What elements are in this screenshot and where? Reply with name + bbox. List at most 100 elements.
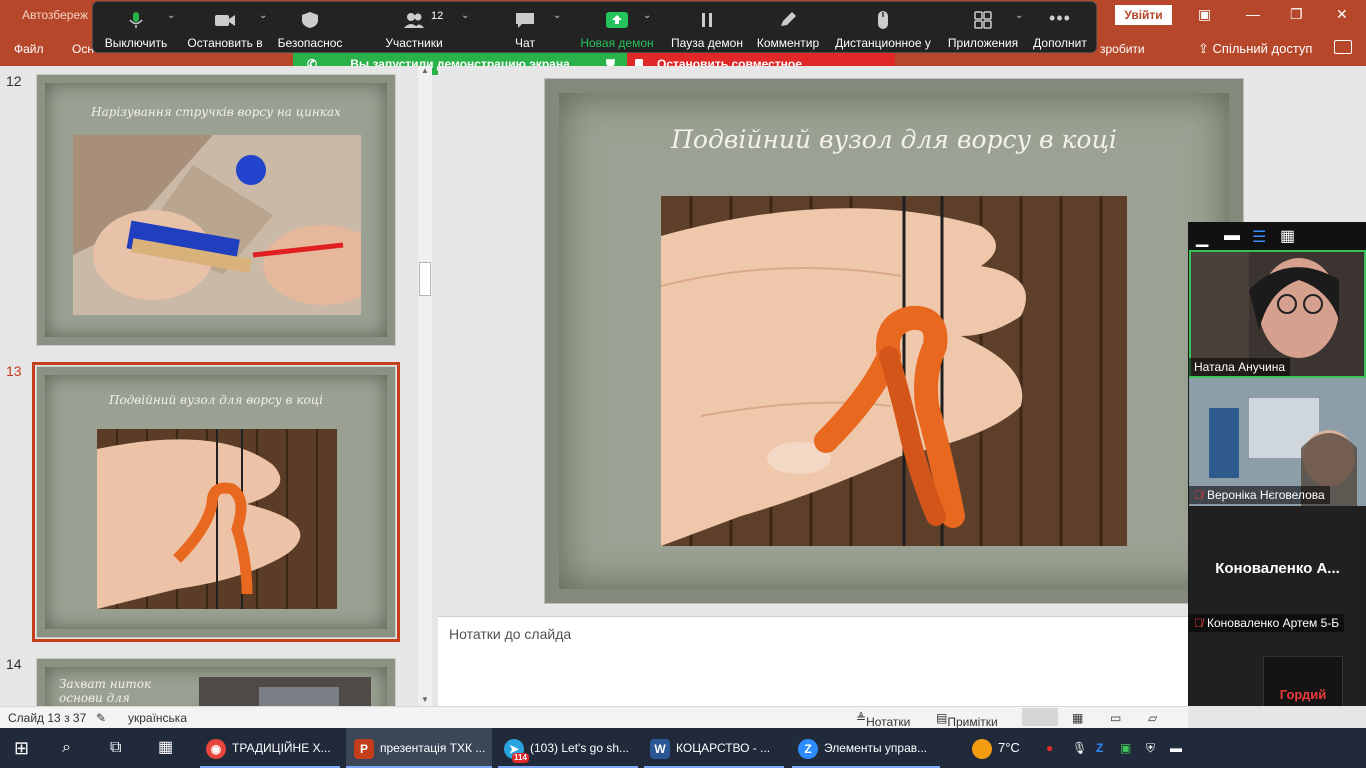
active-speaker-view-icon[interactable]: ☰ [1252, 227, 1266, 247]
chevron-down-icon[interactable]: ⌄ [167, 10, 175, 21]
slide-number-active: 13 [6, 363, 22, 379]
taskbar-telegram-label: (103) Let's go sh... [530, 741, 630, 755]
powerpoint-icon: P [354, 738, 374, 759]
chevron-down-icon[interactable]: ⌄ [553, 10, 561, 21]
slide-thumbnail-title: Захват ниток основи для [59, 677, 152, 705]
slide-thumbnail-14[interactable]: Захват ниток основи для [36, 658, 396, 706]
more-button[interactable]: ••• Дополнит [1029, 2, 1091, 54]
security-button[interactable]: Безопаснос [275, 2, 345, 54]
autosave-label[interactable]: Автозбереж [22, 8, 88, 22]
scrollbar-thumb[interactable] [419, 262, 431, 296]
more-label: Дополнит [1033, 36, 1087, 50]
windows-start-icon[interactable]: ⊞ [14, 728, 29, 768]
slide-thumbnail-13[interactable]: Подвійний вузол для ворсу в коці [32, 362, 400, 642]
taskbar-chrome-label: ТРАДИЦІЙНЕ Х... [232, 741, 331, 755]
remote-control-button[interactable]: Дистанционное у [831, 2, 935, 54]
taskbar-zoom[interactable]: Z Элементы управ... [792, 728, 940, 768]
minimize-gallery-icon[interactable]: ▁ [1196, 228, 1208, 248]
gallery-view-icon[interactable]: ▦ [1280, 226, 1295, 246]
slide-thumbnail-title: Подвійний вузол для ворсу в коці [109, 393, 323, 407]
notes-toggle-button[interactable]: ≜ Нотатки [856, 711, 910, 729]
task-view-icon[interactable]: ⧉ [110, 728, 121, 768]
close-icon[interactable]: ✕ [1336, 6, 1348, 23]
participant-tile[interactable]: Натала Анучина [1189, 250, 1366, 378]
search-icon[interactable]: ⌕ [62, 728, 71, 768]
chat-button[interactable]: ⌄ Чат [495, 2, 561, 54]
language-indicator[interactable]: українська [128, 711, 187, 725]
slideshow-icon[interactable]: ▱ [1148, 711, 1157, 725]
notes-pane[interactable]: Нотатки до слайда [438, 616, 1188, 706]
chevron-down-icon[interactable]: ⌄ [643, 10, 651, 21]
tray-app-icon[interactable]: ▣ [1120, 728, 1131, 768]
tray-recording-icon[interactable]: ● [1046, 728, 1053, 768]
chevron-down-icon[interactable]: ⌄ [1015, 10, 1023, 21]
taskbar-word[interactable]: W КОЦАРСТВО - ... [644, 728, 784, 768]
tray-shield-icon[interactable]: ⛨ [1146, 728, 1155, 768]
tell-me-search[interactable]: зробити [1100, 42, 1145, 56]
mute-button[interactable]: ⌄ Выключить [101, 2, 176, 54]
tray-network-icon[interactable]: ▬ [1170, 728, 1182, 768]
menu-home[interactable]: Осн [72, 42, 94, 56]
taskbar-powerpoint[interactable]: Pпрезентація ТХК ... [346, 728, 492, 768]
taskbar-chrome[interactable]: ◉ ТРАДИЦІЙНЕ Х... [200, 728, 340, 768]
annotate-label: Комментир [756, 36, 820, 50]
minimize-icon[interactable]: — [1246, 6, 1260, 22]
participant-tile[interactable]: Гордий [1189, 634, 1366, 706]
taskbar-powerpoint-label: презентація ТХК ... [380, 741, 486, 755]
menu-file[interactable]: Файл [14, 42, 44, 56]
slide-photo-pile-cutting [73, 135, 361, 315]
taskbar-telegram[interactable]: ➤ 114 (103) Let's go sh... [498, 728, 638, 768]
gallery-view-controls: ▁ ▬ ☰ ▦ [1188, 222, 1366, 250]
more-icon: ••• [1049, 8, 1071, 28]
mouse-icon [878, 11, 888, 29]
participant-display-name: Коноваленко А... [1215, 560, 1340, 577]
slide-thumbnail-title: Нарізування стручків ворсу на цинках [91, 105, 341, 119]
slide-sorter-icon[interactable]: ▦ [1072, 711, 1083, 725]
taskbar-zoom-label: Элементы управ... [824, 741, 928, 755]
ribbon-display-options-icon[interactable]: ▣ [1198, 6, 1211, 23]
weather-temperature: 7°C [998, 740, 1020, 755]
tray-microphone-icon[interactable]: 🎙 [1072, 728, 1087, 768]
scroll-down-icon[interactable]: ▼ [421, 695, 429, 704]
chevron-down-icon[interactable]: ⌄ [461, 10, 469, 21]
spellcheck-icon[interactable]: ✎ [96, 711, 106, 725]
current-slide[interactable]: Подвійний вузол для ворсу в коці [544, 78, 1244, 604]
slide-title[interactable]: Подвійний вузол для ворсу в коці [545, 125, 1243, 154]
participant-name: Натала Анучина [1189, 358, 1291, 376]
slide-photo-double-knot [661, 196, 1127, 546]
normal-view-button[interactable] [1022, 708, 1058, 726]
comments-icon[interactable] [1334, 40, 1352, 54]
single-video-icon[interactable]: ▬ [1224, 227, 1240, 245]
chevron-down-icon[interactable]: ⌄ [259, 10, 267, 21]
slide-counter: Слайд 13 з 37 [8, 711, 87, 725]
comments-toggle-button[interactable]: ▤ Примітки [936, 711, 998, 729]
participant-tile[interactable]: Коноваленко А... 🎙̸ Коноваленко Артем 5-Б [1189, 506, 1366, 634]
participants-label: Участники [385, 36, 443, 50]
scroll-up-icon[interactable]: ▲ [421, 66, 429, 75]
participant-tile[interactable]: 🎙̸ Вероніка Нєговелова [1189, 378, 1366, 506]
tray-zoom-icon[interactable]: Z [1096, 728, 1103, 768]
apps-button[interactable]: ⌄ Приложения [945, 2, 1024, 54]
pencil-icon [781, 12, 796, 26]
slide-number: 14 [6, 656, 22, 672]
new-share-button[interactable]: ⌄ Новая демон [577, 2, 657, 54]
reading-view-icon[interactable]: ▭ [1110, 711, 1121, 725]
muted-mic-icon: 🎙̸ [1194, 616, 1203, 630]
signin-button[interactable]: Увійти [1115, 5, 1172, 25]
annotate-button[interactable]: Комментир [753, 2, 823, 54]
stop-video-button[interactable]: ⌄ Остановить в [185, 2, 267, 54]
pause-share-button[interactable]: Пауза демон [667, 2, 747, 54]
thumbnail-scrollbar[interactable]: ▲ ▼ [418, 66, 432, 706]
calculator-icon[interactable]: ▦ [158, 728, 173, 768]
avatar-text: Гордий [1279, 687, 1327, 702]
microphone-icon [129, 12, 143, 28]
slide-thumbnail-12[interactable]: Нарізування стручків ворсу на цинках [36, 74, 396, 346]
word-icon: W [650, 738, 670, 759]
apps-icon [974, 11, 992, 29]
chat-icon [516, 13, 534, 28]
participants-button[interactable]: 12 ⌄ Участники [379, 2, 469, 54]
weather-widget[interactable]: 7°C [972, 728, 1020, 768]
restore-icon[interactable]: ❐ [1290, 6, 1303, 23]
zoom-icon: Z [798, 738, 818, 759]
share-button[interactable]: ⇪ Спільний доступ [1198, 41, 1312, 57]
